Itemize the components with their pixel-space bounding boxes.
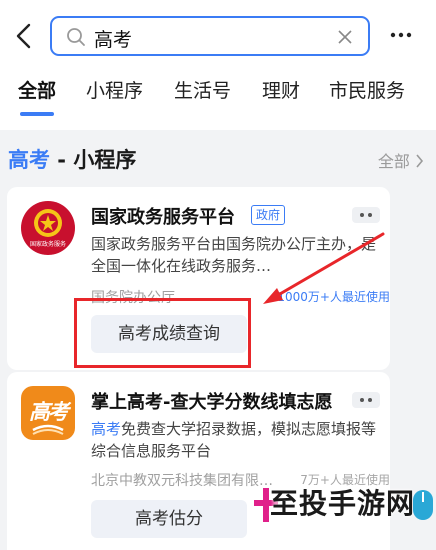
tab-all[interactable]: 全部 <box>18 76 56 103</box>
government-badge: 政府 <box>251 205 286 225</box>
tab-life-accounts[interactable]: 生活号 <box>174 76 231 103</box>
card-menu-button[interactable] <box>352 392 380 408</box>
section-title-suffix: - 小程序 <box>50 148 137 172</box>
tab-citizen-services[interactable]: 市民服务 <box>329 76 405 103</box>
zhangshang-gaokao-logo: 高考 <box>21 386 75 440</box>
chevron-right-icon <box>416 154 424 168</box>
category-tabs: 全部 小程序 生活号 理财 市民服务 <box>0 74 436 124</box>
active-tab-indicator <box>20 112 54 116</box>
section-more-label: 全部 <box>377 152 410 171</box>
tab-mini-programs[interactable]: 小程序 <box>86 76 143 103</box>
search-icon <box>67 28 85 46</box>
score-estimate-service-button[interactable]: 高考估分 <box>91 500 247 538</box>
gov-emblem-logo: 国家政务服务 <box>21 201 75 255</box>
annotation-arrow-icon <box>263 232 385 304</box>
mouse-icon <box>413 490 433 520</box>
search-query: 高考 <box>94 29 133 51</box>
card-menu-button[interactable] <box>352 207 380 223</box>
back-arrow-icon[interactable] <box>12 22 36 50</box>
tab-finance[interactable]: 理财 <box>262 76 300 103</box>
section-title: 高考 - 小程序 <box>8 144 136 174</box>
logo-caption: 国家政务服务 <box>29 241 66 248</box>
app-description: 高考免费查大学招录数据，模拟志愿填报等综合信息服务平台 <box>91 420 377 460</box>
section-more-link[interactable]: 全部 <box>378 148 424 172</box>
app-name: 国家政务服务平台 <box>91 207 235 228</box>
clear-icon[interactable] <box>336 28 354 46</box>
app-name: 掌上高考-查大学分数线填志愿 <box>91 392 333 413</box>
search-input[interactable]: 高考 <box>50 16 370 56</box>
more-options-icon[interactable] <box>389 24 413 46</box>
book-icon <box>32 424 64 435</box>
watermark-text: 至投手游网 <box>270 487 416 520</box>
annotation-highlight-box <box>74 298 251 368</box>
site-watermark: 至投手游网 <box>240 470 436 550</box>
top-bar: 高考 全部 小程序 生活号 理财 市民服务 <box>0 0 436 130</box>
section-title-keyword: 高考 <box>8 148 50 172</box>
